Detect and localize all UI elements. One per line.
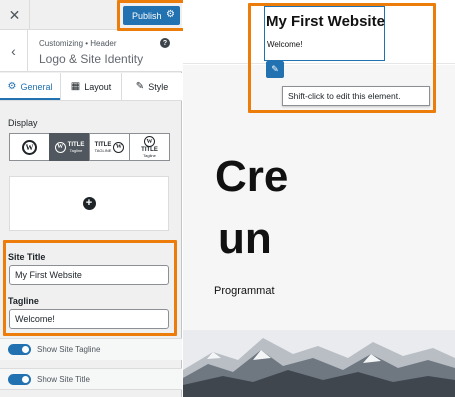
tagline-input[interactable]: [9, 309, 169, 329]
tab-style[interactable]: ✎ Style: [122, 73, 182, 100]
publish-label: Publish: [132, 10, 162, 21]
tab-label: Style: [148, 81, 169, 92]
tab-label: General: [20, 81, 53, 92]
show-tagline-row: Show Site Tagline: [0, 338, 182, 360]
site-title-label: Site Title: [8, 252, 46, 262]
close-customizer-button[interactable]: ✕: [0, 0, 30, 30]
wordpress-logo-icon: W: [143, 136, 155, 147]
publish-button[interactable]: Publish ⚙: [123, 6, 180, 25]
hero-heading-line1: Cre: [215, 152, 289, 201]
site-preview: My First Website Welcome! ✎ Shift-click …: [183, 0, 455, 397]
back-button[interactable]: ‹: [0, 30, 28, 72]
customizer-sidebar: ✕ ‹ Customizing • Header Logo & Site Ide…: [0, 0, 186, 397]
show-title-label: Show Site Title: [37, 374, 90, 384]
wordpress-logo-icon: W: [54, 141, 66, 153]
breadcrumb: Customizing • Header: [39, 39, 117, 48]
display-option-logo-stacked[interactable]: W TITLE Tagline: [129, 133, 170, 161]
display-option-logo-only[interactable]: W: [9, 133, 50, 161]
highlight-frame-publish: Publish ⚙: [117, 0, 186, 31]
close-icon: ✕: [8, 6, 21, 23]
show-tagline-label: Show Site Tagline: [37, 345, 101, 354]
display-option-title-tagline-logo[interactable]: TITLE TAGLINE W: [89, 133, 130, 161]
tab-bar: ⚙ General ▦ Layout ✎ Style: [0, 73, 182, 101]
site-title-input[interactable]: [9, 265, 169, 285]
hero-subtext: Programmat: [214, 285, 275, 297]
display-label: Display: [8, 118, 38, 128]
help-icon[interactable]: ?: [160, 38, 170, 48]
show-title-row: Show Site Title: [0, 368, 182, 390]
mini-tagline: Tagline: [143, 153, 156, 158]
tagline-label: Tagline: [8, 296, 39, 306]
mini-tagline: Tagline: [69, 147, 83, 153]
display-option-logo-title-tagline[interactable]: W TITLE Tagline: [49, 133, 90, 161]
tab-layout[interactable]: ▦ Layout: [61, 73, 122, 100]
logo-upload-box[interactable]: +: [9, 176, 169, 231]
wordpress-logo-icon: W: [113, 141, 125, 153]
section-header: ‹ Customizing • Header Logo & Site Ident…: [0, 30, 182, 72]
gear-icon[interactable]: ⚙: [166, 9, 175, 20]
brush-icon: ✎: [135, 81, 145, 92]
hero-heading-line2: un: [218, 214, 272, 263]
show-tagline-toggle[interactable]: [8, 344, 31, 355]
show-title-toggle[interactable]: [8, 373, 31, 385]
add-logo-plus-icon: +: [82, 197, 96, 210]
highlight-frame-branding: [248, 3, 436, 113]
section-title: Logo & Site Identity: [39, 52, 144, 66]
mini-tagline: TAGLINE: [94, 147, 112, 153]
mountain-image: [183, 330, 455, 397]
layout-icon: ▦: [70, 81, 81, 92]
chevron-left-icon: ‹: [11, 43, 16, 59]
gear-icon: ⚙: [7, 81, 17, 92]
tab-label: Layout: [84, 81, 112, 92]
wordpress-logo-icon: W: [22, 139, 37, 155]
display-options: W W TITLE Tagline TITLE TAGLINE W W TITL…: [9, 133, 170, 161]
tab-general[interactable]: ⚙ General: [0, 73, 61, 100]
